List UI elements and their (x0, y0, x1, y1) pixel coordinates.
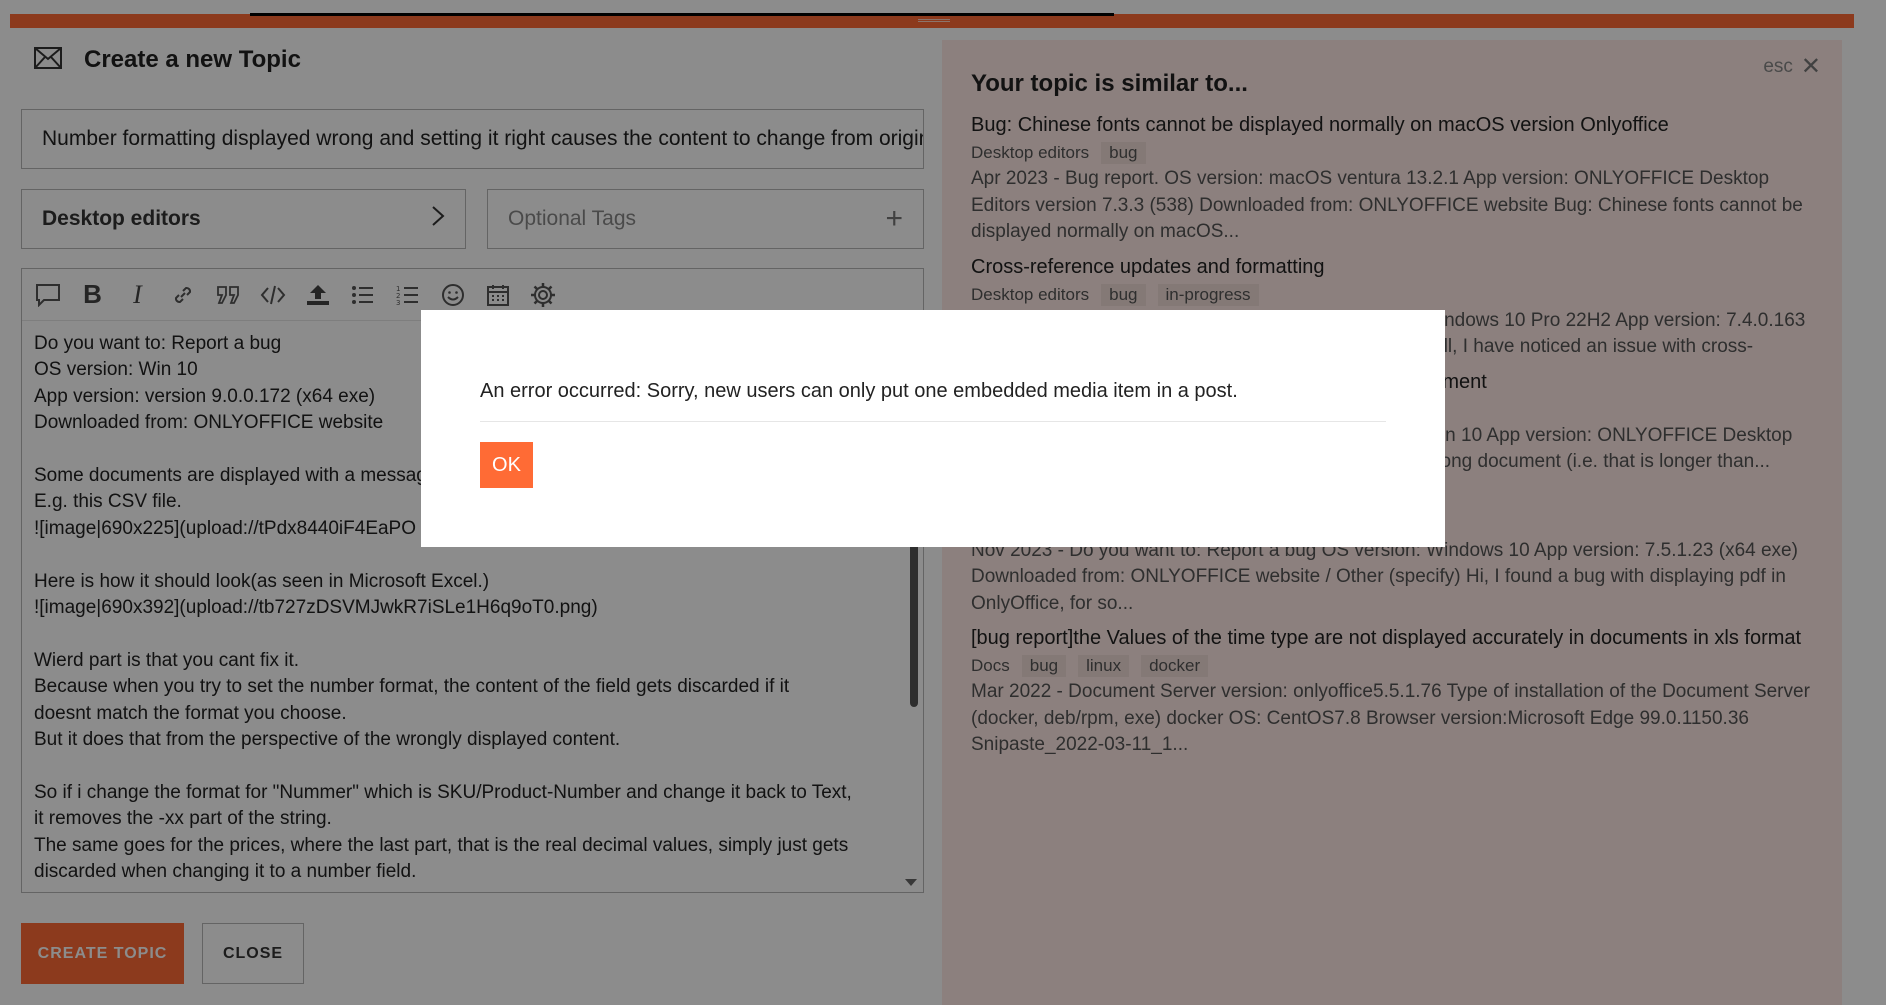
error-modal: An error occurred: Sorry, new users can … (421, 310, 1445, 547)
ok-button[interactable]: OK (480, 442, 533, 488)
error-message: An error occurred: Sorry, new users can … (480, 380, 1386, 422)
